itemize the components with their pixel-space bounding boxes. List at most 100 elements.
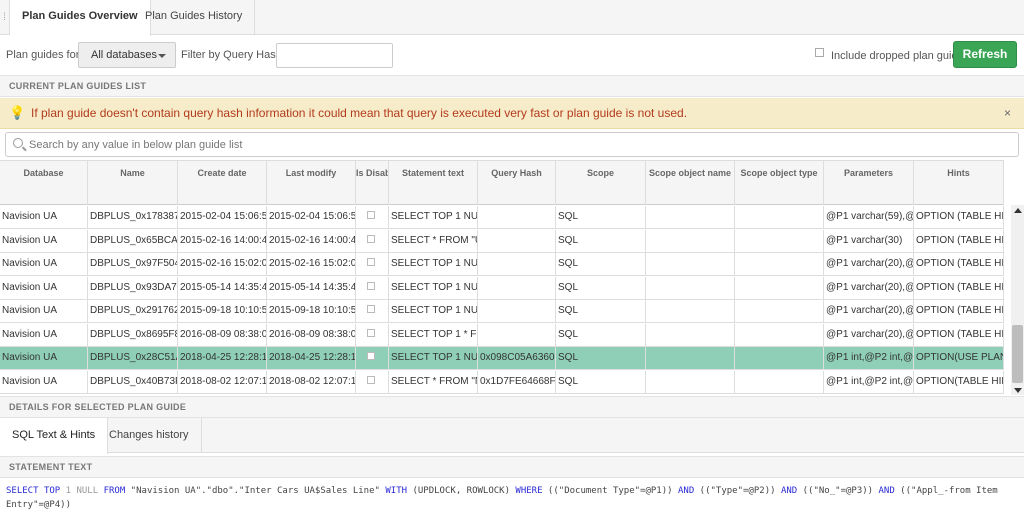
table-row[interactable]: Navision UA DBPLUS_0x1783874 2015-02-04 15…: [0, 206, 1004, 229]
column-header-statement-text[interactable]: Statement text: [389, 161, 478, 205]
cell-hash: [478, 323, 556, 347]
cell-son: [646, 253, 735, 276]
sql-token: (("Document Type"=@P1)): [542, 486, 678, 496]
cell-hash: [478, 300, 556, 323]
cell-name: DBPLUS_0x28C51A: [88, 347, 178, 370]
cell-created: 2015-02-04 15:06:52: [178, 206, 267, 229]
sql-token: (("Type"=@P2)): [694, 486, 781, 496]
cell-son: [646, 276, 735, 300]
column-header-create-date[interactable]: Create date: [178, 161, 267, 205]
sql-keyword: AND: [677, 486, 695, 496]
table-row[interactable]: Navision UA DBPLUS_0x28C51A 2018-04-25 12:…: [0, 347, 1004, 370]
cell-created: 2018-04-25 12:28:13: [178, 347, 267, 370]
is-disabled-cell: [356, 323, 389, 347]
is-disabled-checkbox: [367, 234, 375, 243]
cell-sot: [735, 370, 824, 394]
cell-son: [646, 229, 735, 253]
column-header-query-hash[interactable]: Query Hash: [478, 161, 556, 205]
cell-sot: [735, 347, 824, 370]
cell-params: @P1 varchar(20),@P: [824, 323, 914, 347]
scroll-up-icon[interactable]: [1014, 208, 1022, 213]
column-header-scope[interactable]: Scope: [556, 161, 646, 205]
cell-sot: [735, 323, 824, 347]
column-header-scope-object-type[interactable]: Scope object type: [735, 161, 824, 205]
cell-db: Navision UA: [0, 229, 88, 253]
cell-name: DBPLUS_0x97F504: [88, 253, 178, 276]
cell-sot: [735, 206, 824, 229]
tab-plan-guides-history[interactable]: Plan Guides History: [133, 0, 256, 35]
column-header-is-disable[interactable]: Is Disable: [356, 161, 389, 205]
cell-sot: [735, 229, 824, 253]
cell-created: 2015-02-16 14:00:45: [178, 229, 267, 253]
column-header-hints[interactable]: Hints: [914, 161, 1004, 205]
cell-son: [646, 323, 735, 347]
cell-name: DBPLUS_0x65BCAE: [88, 229, 178, 253]
is-disabled-checkbox: [367, 258, 375, 266]
search-placeholder: Search by any value in below plan guide …: [29, 139, 243, 151]
cell-son: [646, 370, 735, 394]
vertical-scrollbar[interactable]: [1011, 205, 1024, 395]
cell-params: @P1 varchar(59),@P: [824, 206, 914, 229]
column-header-last-modify[interactable]: Last modify: [267, 161, 356, 205]
plan-guides-for-label: Plan guides for: [6, 49, 80, 61]
cell-scope: SQL: [556, 370, 646, 394]
scroll-thumb[interactable]: [1012, 325, 1023, 383]
cell-modified: 2015-02-16 15:02:01: [267, 253, 356, 276]
search-icon: [13, 138, 23, 148]
column-header-parameters[interactable]: Parameters: [824, 161, 914, 205]
cell-sot: [735, 276, 824, 300]
cell-db: Navision UA: [0, 206, 88, 229]
table-row[interactable]: Navision UA DBPLUS_0x8695F8 2016-08-09 08:…: [0, 323, 1004, 347]
table-row[interactable]: Navision UA DBPLUS_0x65BCAE 2015-02-16 14:…: [0, 229, 1004, 253]
is-disabled-cell: [356, 206, 389, 229]
close-icon[interactable]: ×: [1004, 106, 1011, 120]
include-dropped-checkbox[interactable]: [815, 48, 824, 57]
cell-hints: OPTION(TABLE HIN: [914, 370, 1004, 394]
plan-guides-table: Database Name Create date Last modify Is Dis…: [0, 160, 1024, 395]
sql-keyword: SELECT: [6, 486, 39, 496]
cell-db: Navision UA: [0, 323, 88, 347]
tab-changes-history[interactable]: Changes history: [97, 418, 202, 453]
table-row[interactable]: Navision UA DBPLUS_0x40B73F 2018-08-02 12:…: [0, 370, 1004, 394]
cell-stmt: SELECT TOP 1 NULL: [389, 276, 478, 300]
cell-hash: 0x1D7FE64668F1: [478, 370, 556, 394]
table-row[interactable]: Navision UA DBPLUS_0x97F504 2015-02-16 15:…: [0, 253, 1004, 276]
refresh-button[interactable]: Refresh: [953, 41, 1017, 68]
scroll-down-icon[interactable]: [1014, 388, 1022, 393]
cell-sot: [735, 300, 824, 323]
cell-params: @P1 varchar(20),@P: [824, 276, 914, 300]
plan-guide-search-input[interactable]: Search by any value in below plan guide …: [5, 132, 1019, 157]
cell-stmt: SELECT TOP 1 NULL: [389, 347, 478, 370]
cell-stmt: SELECT TOP 1 NULL: [389, 206, 478, 229]
sql-keyword: AND: [780, 486, 798, 496]
cell-stmt: SELECT TOP 1 NULL: [389, 300, 478, 323]
detail-tab-bar: SQL Text & Hints Changes history: [0, 418, 1024, 454]
details-heading: DETAILS FOR SELECTED PLAN GUIDE: [0, 396, 1024, 418]
cell-scope: SQL: [556, 276, 646, 300]
column-header-name[interactable]: Name: [88, 161, 178, 205]
tab-plan-guides-overview[interactable]: Plan Guides Overview: [10, 0, 151, 36]
is-disabled-cell: [356, 253, 389, 276]
query-hash-input[interactable]: [276, 43, 393, 68]
column-header-scope-object-name[interactable]: Scope object name: [646, 161, 735, 205]
sql-keyword: TOP: [43, 486, 61, 496]
cell-name: DBPLUS_0x93DA71: [88, 276, 178, 300]
sql-keyword: WITH: [385, 486, 408, 496]
column-header-database[interactable]: Database: [0, 161, 88, 205]
tab-sql-text-hints[interactable]: SQL Text & Hints: [0, 418, 109, 454]
current-plan-guides-heading: CURRENT PLAN GUIDES LIST: [0, 75, 1024, 97]
cell-hints: OPTION (TABLE HIN: [914, 300, 1004, 323]
cell-modified: 2016-08-09 08:38:08: [267, 323, 356, 347]
table-row[interactable]: Navision UA DBPLUS_0x291762 2015-09-18 10:…: [0, 300, 1004, 323]
chevron-down-icon: [158, 54, 166, 58]
cell-params: @P1 varchar(30): [824, 229, 914, 253]
cell-db: Navision UA: [0, 253, 88, 276]
cell-params: @P1 int,@P2 int,@P: [824, 370, 914, 394]
table-row[interactable]: Navision UA DBPLUS_0x93DA71 2015-05-14 14:…: [0, 276, 1004, 300]
cell-modified: 2015-09-18 10:10:50: [267, 300, 356, 323]
drag-handle-icon[interactable]: ⁞: [0, 0, 10, 35]
is-disabled-cell: [356, 229, 389, 253]
database-select[interactable]: All databases: [78, 42, 176, 68]
cell-db: Navision UA: [0, 276, 88, 300]
is-disabled-cell: [356, 276, 389, 300]
